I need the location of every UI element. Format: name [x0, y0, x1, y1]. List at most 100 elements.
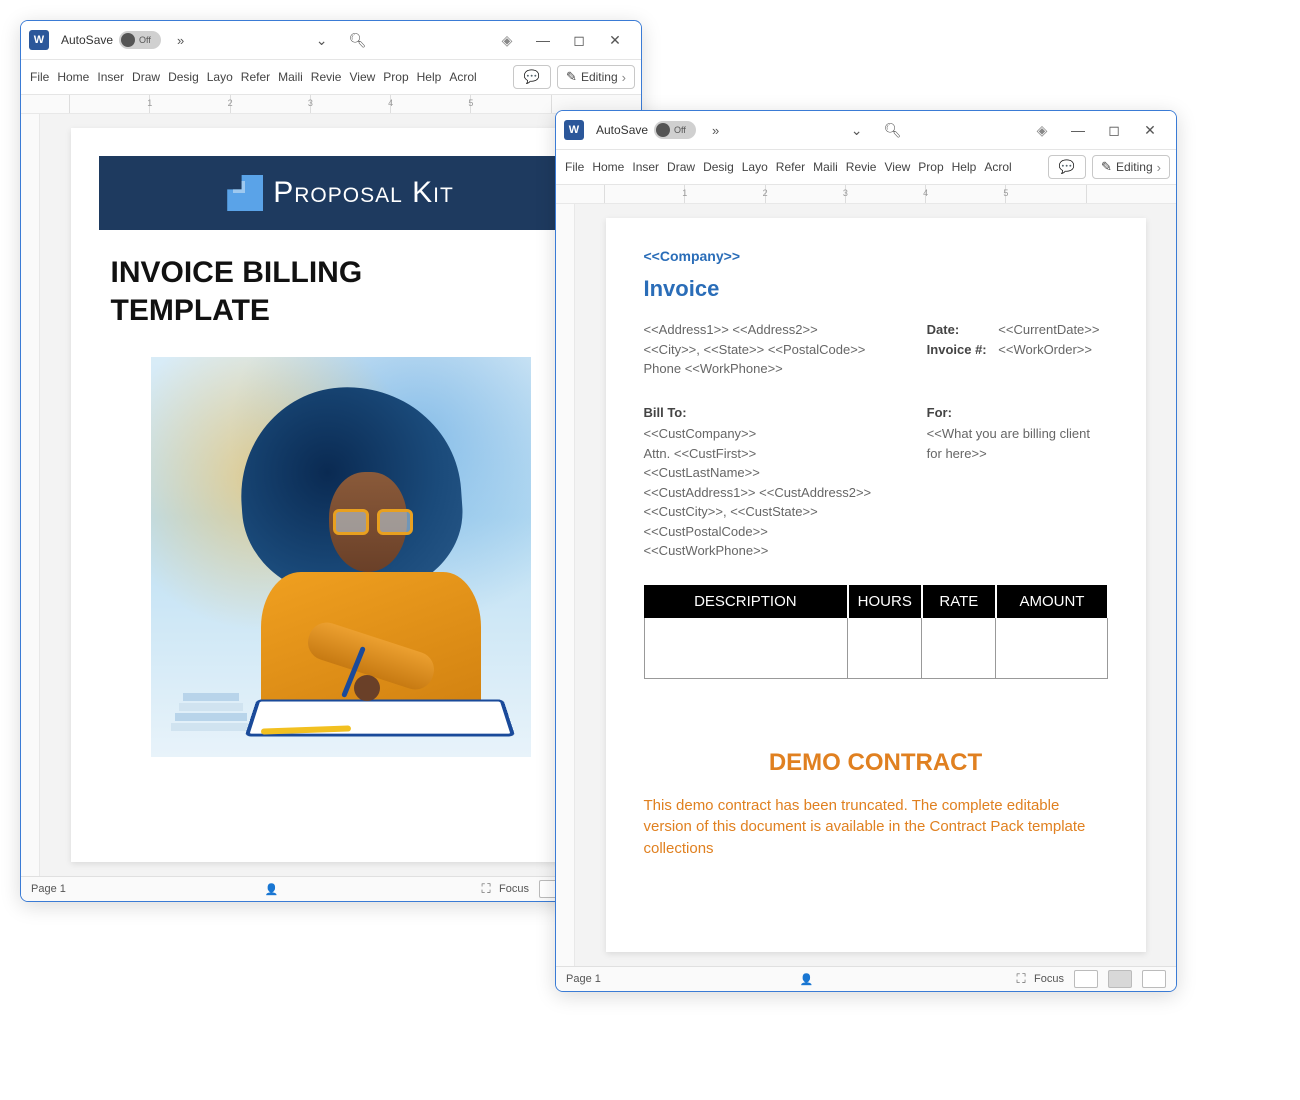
document-title: INVOICE BILLING TEMPLATE	[111, 254, 571, 329]
ribbon-tab[interactable]: Prop	[380, 66, 411, 88]
ribbon-tab[interactable]: View	[881, 156, 913, 178]
maximize-icon[interactable]: ◻	[565, 26, 593, 54]
minimize-icon[interactable]: —	[1064, 116, 1092, 144]
pencil-icon	[1101, 159, 1112, 175]
ribbon-tab[interactable]: Acrol	[981, 156, 1014, 178]
ribbon-tab[interactable]: Acrol	[446, 66, 479, 88]
statusbar: Page 1 Focus	[556, 966, 1176, 991]
focus-button[interactable]: Focus	[477, 881, 529, 897]
word-app-icon: W	[564, 120, 584, 140]
demo-contract-text: This demo contract has been truncated. T…	[644, 795, 1108, 860]
ribbon-tab[interactable]: Draw	[664, 156, 698, 178]
chevron-right-icon	[1157, 160, 1161, 175]
ribbon-tab[interactable]: Revie	[843, 156, 880, 178]
statusbar: Page 1 Focus	[21, 876, 641, 901]
web-layout-view-button[interactable]	[1142, 970, 1166, 988]
comments-button[interactable]: 💬	[1048, 155, 1086, 179]
demo-contract-title: DEMO CONTRACT	[644, 749, 1108, 777]
table-header-amount: AMOUNT	[996, 585, 1107, 618]
proposal-kit-logo-icon	[227, 175, 263, 211]
accessibility-icon[interactable]	[797, 973, 815, 986]
ribbon-tab[interactable]: File	[27, 66, 52, 88]
invoice-meta: Date: <<CurrentDate>> Invoice #: <<WorkO…	[927, 320, 1108, 379]
ribbon-tab[interactable]: Maili	[810, 156, 841, 178]
cover-illustration	[151, 357, 531, 757]
ribbon-tab[interactable]: Revie	[308, 66, 345, 88]
titlebar: W AutoSave Off » ⌄ 🔍︎ ◈ — ◻ ✕	[556, 111, 1176, 150]
focus-button[interactable]: Focus	[1012, 971, 1064, 987]
invoice-header-block: <<Address1>> <<Address2>> <<City>>, <<St…	[644, 320, 1108, 379]
table-header-rate: RATE	[922, 585, 996, 618]
chevron-right-icon	[622, 70, 626, 85]
search-icon[interactable]: 🔍︎	[344, 26, 372, 54]
vertical-ruler[interactable]	[556, 204, 575, 966]
ribbon: File Home Inser Draw Desig Layo Refer Ma…	[556, 150, 1176, 185]
document-page[interactable]: <<Company>> Invoice <<Address1>> <<Addre…	[606, 218, 1146, 952]
ribbon-tab[interactable]: Refer	[238, 66, 273, 88]
ribbon-tab[interactable]: Layo	[204, 66, 236, 88]
ribbon-tab[interactable]: File	[562, 156, 587, 178]
ribbon-tab[interactable]: Layo	[739, 156, 771, 178]
ribbon-tab[interactable]: Home	[589, 156, 627, 178]
document-page[interactable]: Proposal Kit INVOICE BILLING TEMPLATE	[71, 128, 611, 862]
invoice-company-field: <<Company>>	[644, 248, 1108, 264]
close-icon[interactable]: ✕	[601, 26, 629, 54]
premium-diamond-icon[interactable]: ◈	[1028, 116, 1056, 144]
word-window-cover: W AutoSave Off » ⌄ 🔍︎ ◈ — ◻ ✕ File Home …	[20, 20, 642, 902]
ribbon-tab[interactable]: Prop	[915, 156, 946, 178]
dropdown-chevron-icon[interactable]: ⌄	[308, 26, 336, 54]
invoice-billto: Bill To: <<CustCompany>> Attn. <<CustFir…	[644, 403, 897, 561]
search-icon[interactable]: 🔍︎	[879, 116, 907, 144]
ribbon-tab[interactable]: Inser	[94, 66, 127, 88]
ribbon-tab[interactable]: Home	[54, 66, 92, 88]
dropdown-chevron-icon[interactable]: ⌄	[843, 116, 871, 144]
focus-icon	[477, 881, 495, 897]
read-mode-view-button[interactable]	[1074, 970, 1098, 988]
editing-mode-button[interactable]: Editing	[1092, 155, 1170, 179]
qat-overflow-icon[interactable]: »	[177, 33, 184, 48]
focus-icon	[1012, 971, 1030, 987]
print-layout-view-button[interactable]	[1108, 970, 1132, 988]
ribbon-tab[interactable]: Desig	[165, 66, 202, 88]
ribbon-tab[interactable]: Maili	[275, 66, 306, 88]
vertical-ruler[interactable]	[21, 114, 40, 876]
maximize-icon[interactable]: ◻	[1100, 116, 1128, 144]
invoice-sender-address: <<Address1>> <<Address2>> <<City>>, <<St…	[644, 320, 897, 379]
ribbon-tab[interactable]: View	[346, 66, 378, 88]
ribbon-tab[interactable]: Draw	[129, 66, 163, 88]
status-page[interactable]: Page 1	[566, 973, 601, 985]
qat-overflow-icon[interactable]: »	[712, 123, 719, 138]
ribbon-tab[interactable]: Inser	[629, 156, 662, 178]
ribbon-tab[interactable]: Desig	[700, 156, 737, 178]
brand-name: Proposal Kit	[273, 176, 454, 210]
accessibility-icon[interactable]	[262, 883, 280, 896]
horizontal-ruler[interactable]: 1 2 3 4 5	[556, 185, 1176, 204]
premium-diamond-icon[interactable]: ◈	[493, 26, 521, 54]
document-canvas: <<Company>> Invoice <<Address1>> <<Addre…	[556, 204, 1176, 966]
word-app-icon: W	[29, 30, 49, 50]
autosave-label: AutoSave	[61, 33, 113, 47]
autosave-toggle[interactable]: Off	[654, 121, 696, 139]
minimize-icon[interactable]: —	[529, 26, 557, 54]
table-row	[644, 618, 1107, 679]
horizontal-ruler[interactable]: 1 2 3 4 5	[21, 95, 641, 114]
ribbon: File Home Inser Draw Desig Layo Refer Ma…	[21, 60, 641, 95]
invoice-for: For: <<What you are billing client for h…	[927, 403, 1108, 561]
ribbon-tab[interactable]: Help	[414, 66, 445, 88]
invoice-line-items-table: DESCRIPTION HOURS RATE AMOUNT	[644, 585, 1108, 679]
close-icon[interactable]: ✕	[1136, 116, 1164, 144]
word-window-invoice: W AutoSave Off » ⌄ 🔍︎ ◈ — ◻ ✕ File Home …	[555, 110, 1177, 992]
ribbon-tab[interactable]: Help	[949, 156, 980, 178]
autosave-toggle[interactable]: Off	[119, 31, 161, 49]
editing-mode-button[interactable]: Editing	[557, 65, 635, 89]
autosave-label: AutoSave	[596, 123, 648, 137]
brand-banner: Proposal Kit	[99, 156, 583, 230]
document-canvas: Proposal Kit INVOICE BILLING TEMPLATE	[21, 114, 641, 876]
status-page[interactable]: Page 1	[31, 883, 66, 895]
comments-button[interactable]: 💬	[513, 65, 551, 89]
table-header-description: DESCRIPTION	[644, 585, 848, 618]
titlebar: W AutoSave Off » ⌄ 🔍︎ ◈ — ◻ ✕	[21, 21, 641, 60]
pencil-icon	[566, 69, 577, 85]
ribbon-tab[interactable]: Refer	[773, 156, 808, 178]
table-header-hours: HOURS	[848, 585, 922, 618]
